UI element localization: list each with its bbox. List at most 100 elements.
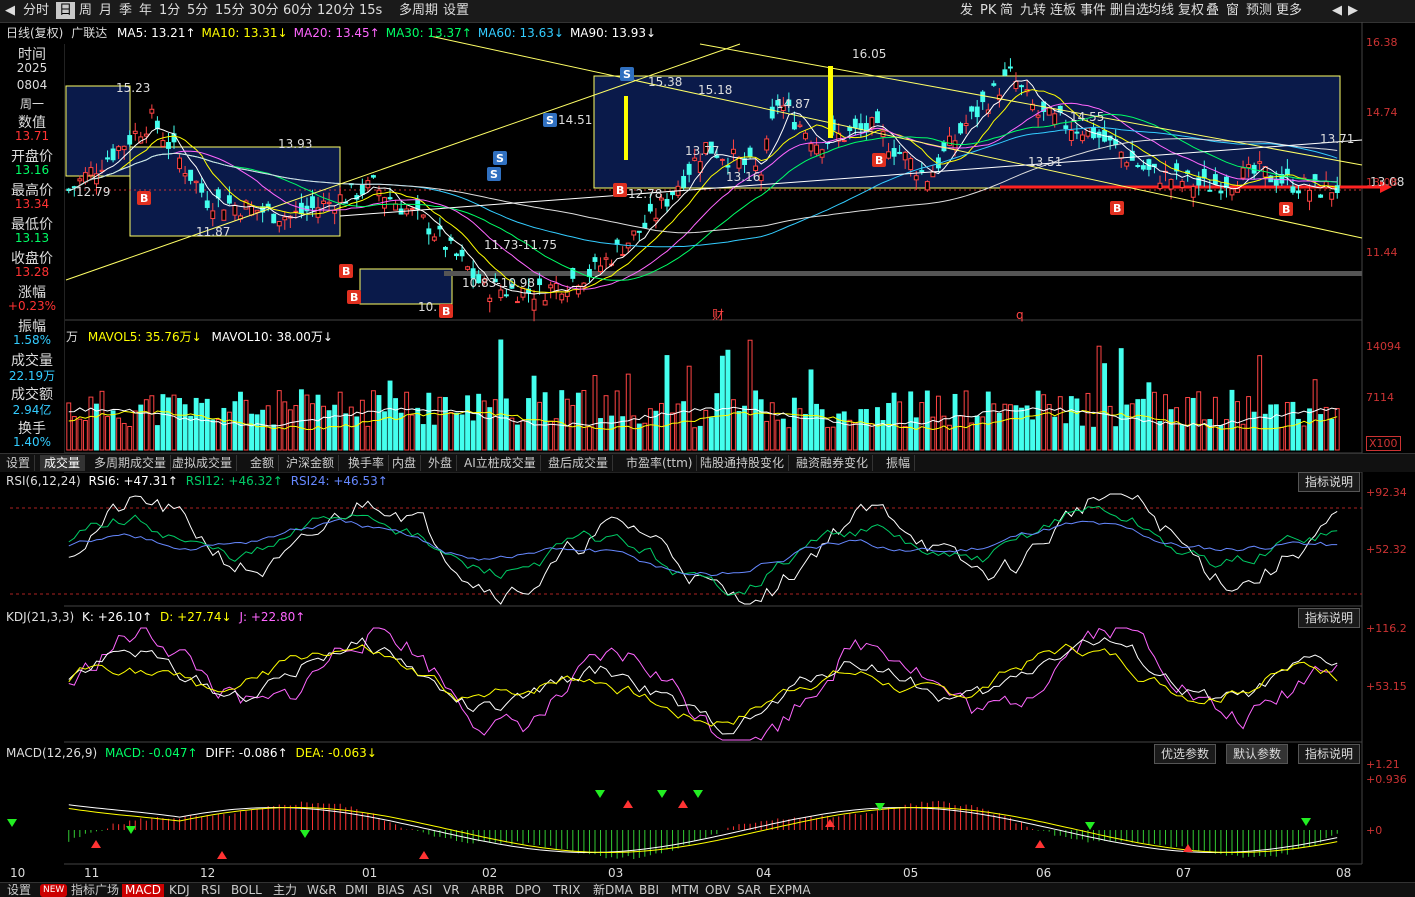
toolbar-prev-icon[interactable]: ◀	[1330, 2, 1344, 19]
price-annotation-3: 15.23	[116, 81, 150, 95]
toolbar-right-8[interactable]: 复权	[1176, 2, 1206, 19]
volume-tab-6[interactable]: 换手率	[344, 455, 390, 471]
volume-tab-8[interactable]: 外盘	[424, 455, 458, 471]
toolbar-item-8[interactable]: 15分	[212, 2, 248, 19]
volume-bar-155	[924, 390, 930, 451]
volume-bar-73	[470, 420, 476, 451]
macd-explain-button[interactable]: 指标说明	[1298, 744, 1361, 764]
candle-body-84	[531, 298, 537, 311]
volume-bar-164	[974, 415, 980, 451]
bottom-tab-20[interactable]: SAR	[734, 884, 764, 897]
toolbar-item-14[interactable]: 设置	[440, 2, 472, 19]
bottom-tab-13[interactable]: ARBR	[468, 884, 507, 897]
toolbar-item-10[interactable]: 60分	[280, 2, 316, 19]
toolbar-right-0[interactable]: 发	[958, 2, 975, 19]
bottom-tab-4[interactable]: KDJ	[166, 884, 193, 897]
toolbar-item-1[interactable]: 日	[56, 2, 76, 19]
bottom-tab-8[interactable]: W&R	[304, 884, 340, 897]
volume-tab-13[interactable]: 融资融券变化	[792, 455, 874, 471]
toolbar-item-11[interactable]: 120分	[314, 2, 358, 19]
toolbar-right-3[interactable]: 九转	[1018, 2, 1048, 19]
bottom-tab-11[interactable]: ASI	[410, 884, 435, 897]
volume-tab-3[interactable]: 虚拟成交量	[168, 455, 238, 471]
toolbar-next-icon[interactable]: ▶	[1346, 2, 1360, 19]
ma-legend: MA5: 13.21↑ MA10: 13.31↓ MA20: 13.45↑ MA30:…	[111, 26, 656, 40]
toolbar-right-7[interactable]: 均线	[1146, 2, 1176, 19]
volume-tab-4[interactable]: 金额	[246, 455, 280, 471]
toolbar-item-5[interactable]: 年	[136, 2, 155, 19]
volume-bar-150	[897, 401, 903, 451]
bottom-tab-17[interactable]: BBI	[636, 884, 662, 897]
volume-bar-71	[459, 414, 465, 451]
ma-legend-5: MA90: 13.93↓	[569, 26, 657, 40]
candle-body-56	[376, 189, 382, 197]
toolbar-item-13[interactable]: 多周期	[396, 2, 441, 19]
bottom-tab-1[interactable]: NEW	[40, 884, 68, 897]
macd-signal-arrow-14	[1085, 822, 1095, 830]
toolbar-right-9[interactable]: 叠	[1204, 2, 1221, 19]
toolbar-item-6[interactable]: 1分	[156, 2, 183, 19]
toolbar-right-5[interactable]: 事件	[1078, 2, 1108, 19]
volume-tab-9[interactable]: AI立桩成交量	[460, 455, 541, 471]
candle-body-207	[1212, 174, 1218, 185]
rsi-explain-button[interactable]: 指标说明	[1298, 472, 1361, 492]
bottom-tab-16[interactable]: 新DMA	[590, 884, 636, 897]
volume-tab-11[interactable]: 市盈率(ttm)	[622, 455, 698, 471]
volume-bar-47	[326, 410, 332, 451]
kdj-explain-button[interactable]: 指标说明	[1298, 608, 1361, 628]
toolbar-right-11[interactable]: 预测	[1244, 2, 1274, 19]
volume-tab-0[interactable]: 设置	[2, 455, 36, 471]
toolbar-right-10[interactable]: 窗	[1224, 2, 1241, 19]
volume-tab-10[interactable]: 盘后成交量	[544, 455, 614, 471]
toolbar-item-0[interactable]: 分时	[20, 2, 52, 19]
bottom-tab-12[interactable]: VR	[440, 884, 463, 897]
candle-body-178	[1052, 113, 1058, 125]
toolbar-right-12[interactable]: 更多	[1274, 2, 1304, 19]
toolbar-right-4[interactable]: 连板	[1048, 2, 1078, 19]
volume-bar-102	[631, 415, 637, 451]
volume-tab-2[interactable]: 多周期成交量	[90, 455, 172, 471]
bottom-tab-21[interactable]: EXPMA	[766, 884, 814, 897]
toolbar-right-1[interactable]: PK	[978, 2, 998, 19]
volume-tab-5[interactable]: 沪深金额	[282, 455, 340, 471]
price-annotation-7: 13.93	[278, 137, 312, 151]
volume-bar-54	[365, 425, 371, 451]
bottom-tab-0[interactable]: 设置	[4, 884, 34, 897]
bottom-tab-2[interactable]: 指标广场	[68, 884, 122, 897]
volume-tab-7[interactable]: 内盘	[388, 455, 422, 471]
bottom-tab-6[interactable]: BOLL	[228, 884, 265, 897]
toolbar-item-9[interactable]: 30分	[246, 2, 282, 19]
volume-tab-12[interactable]: 陆股通持股变化	[696, 455, 790, 471]
volume-bar-16	[154, 425, 160, 451]
x-axis-label-2: 12	[200, 866, 216, 880]
price-annotation-13: 12.79	[76, 185, 110, 199]
bottom-tab-10[interactable]: BIAS	[374, 884, 408, 897]
toolbar-item-3[interactable]: 月	[96, 2, 115, 19]
bottom-tab-3[interactable]: MACD	[122, 884, 164, 897]
candle-body-120	[731, 148, 736, 155]
bottom-tab-18[interactable]: MTM	[668, 884, 702, 897]
volume-tab-1[interactable]: 成交量	[40, 455, 86, 471]
toolbar-right-2[interactable]: 简	[998, 2, 1015, 19]
macd-optimal-params-button[interactable]: 优选参数	[1154, 744, 1217, 764]
candle-body-85	[537, 278, 543, 286]
bottom-tab-7[interactable]: 主力	[270, 884, 300, 897]
bottom-tab-15[interactable]: TRIX	[550, 884, 583, 897]
volume-bar-83	[526, 398, 531, 451]
volume-bar-184	[1085, 392, 1091, 451]
bottom-tab-14[interactable]: DPO	[512, 884, 544, 897]
toolbar-item-2[interactable]: 周	[76, 2, 95, 19]
toolbar-item-4[interactable]: 季	[116, 2, 135, 19]
toolbar-back-icon[interactable]: ◀	[2, 2, 18, 19]
bottom-tab-9[interactable]: DMI	[342, 884, 371, 897]
volume-bar-206	[1207, 419, 1213, 451]
price-annotation-15: 11.87	[196, 225, 230, 239]
toolbar-right-6[interactable]: 删自选	[1108, 2, 1151, 19]
toolbar-item-7[interactable]: 5分	[184, 2, 211, 19]
bottom-tab-5[interactable]: RSI	[198, 884, 224, 897]
macd-default-params-button[interactable]: 默认参数	[1226, 744, 1289, 764]
toolbar-period-select[interactable]: 15s	[356, 2, 385, 19]
bottom-tab-19[interactable]: OBV	[702, 884, 734, 897]
candle-body-154	[919, 170, 925, 173]
volume-tab-14[interactable]: 振幅	[882, 455, 916, 471]
